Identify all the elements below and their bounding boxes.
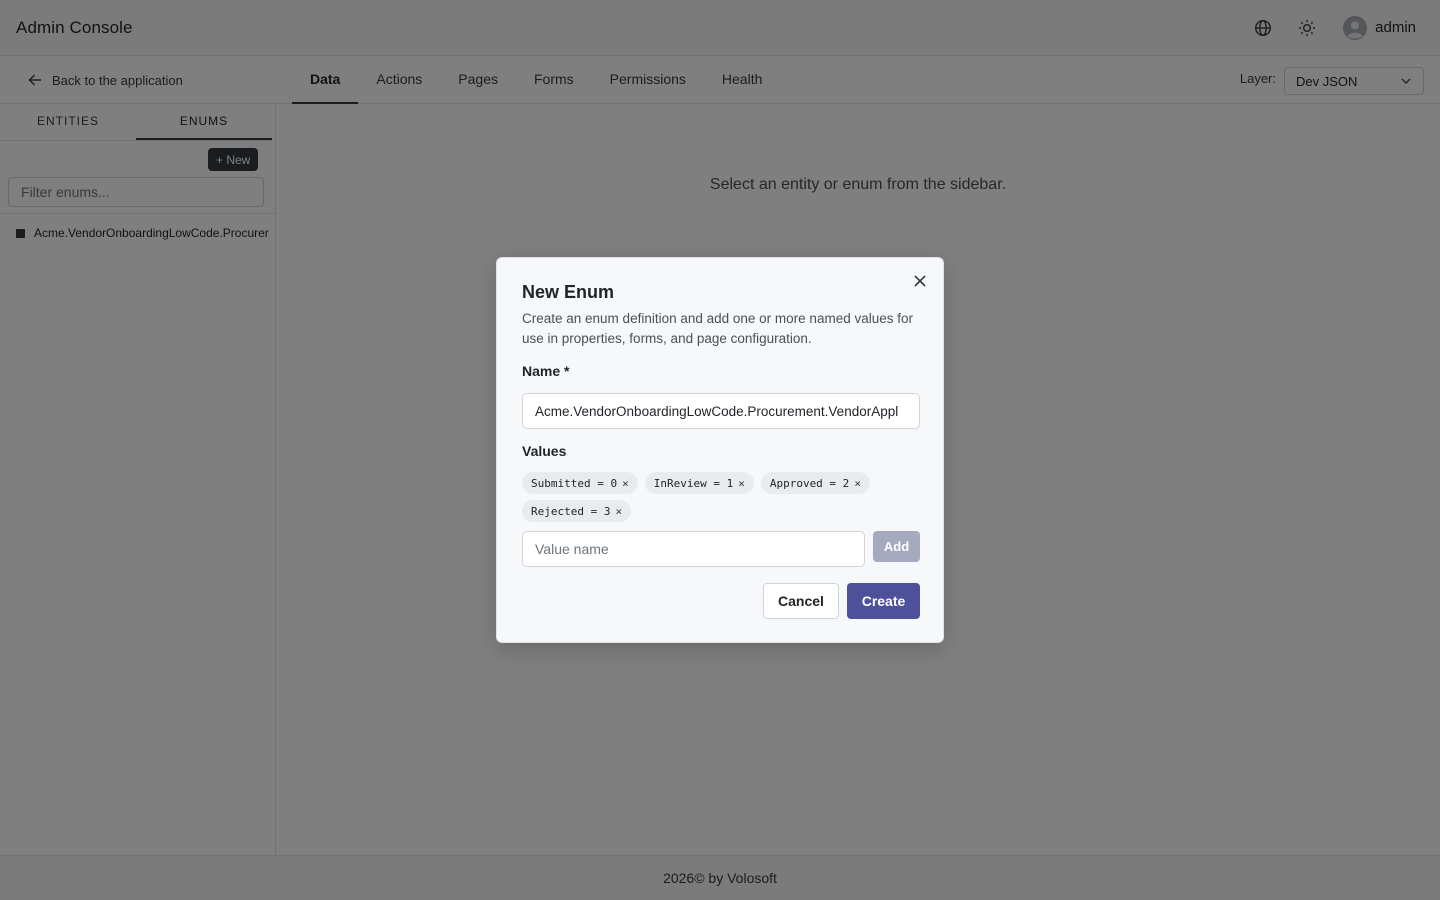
remove-value-icon[interactable]: × (854, 477, 861, 490)
new-enum-dialog: New Enum Create an enum definition and a… (496, 257, 944, 643)
remove-value-icon[interactable]: × (738, 477, 745, 490)
close-icon[interactable] (911, 272, 929, 290)
remove-value-icon[interactable]: × (615, 505, 622, 518)
enum-name-input[interactable]: Acme.VendorOnboardingLowCode.Procurement… (522, 393, 920, 429)
value-chip: Submitted = 0 × (522, 472, 638, 494)
value-chip-label: Approved = 2 (769, 476, 850, 490)
name-label: Name * (522, 363, 570, 379)
values-label: Values (522, 443, 567, 459)
value-chip-label: InReview = 1 (653, 476, 734, 490)
value-chip: Rejected = 3 × (522, 500, 632, 522)
add-value-button[interactable]: Add (873, 531, 920, 562)
dialog-title: New Enum (522, 282, 615, 302)
value-name-input[interactable]: Value name (522, 531, 865, 567)
value-chip-label: Rejected = 3 (531, 504, 611, 518)
value-chip-label: Submitted = 0 (531, 476, 618, 490)
value-chip: InReview = 1 × (644, 472, 754, 494)
dialog-description: Create an enum definition and add one or… (522, 311, 913, 346)
remove-value-icon[interactable]: × (622, 477, 629, 490)
cancel-button[interactable]: Cancel (763, 583, 839, 619)
create-button[interactable]: Create (847, 583, 920, 619)
value-chip: Approved = 2 × (760, 472, 870, 494)
values-list: Submitted = 0 × InReview = 1 × Approved … (522, 472, 920, 522)
